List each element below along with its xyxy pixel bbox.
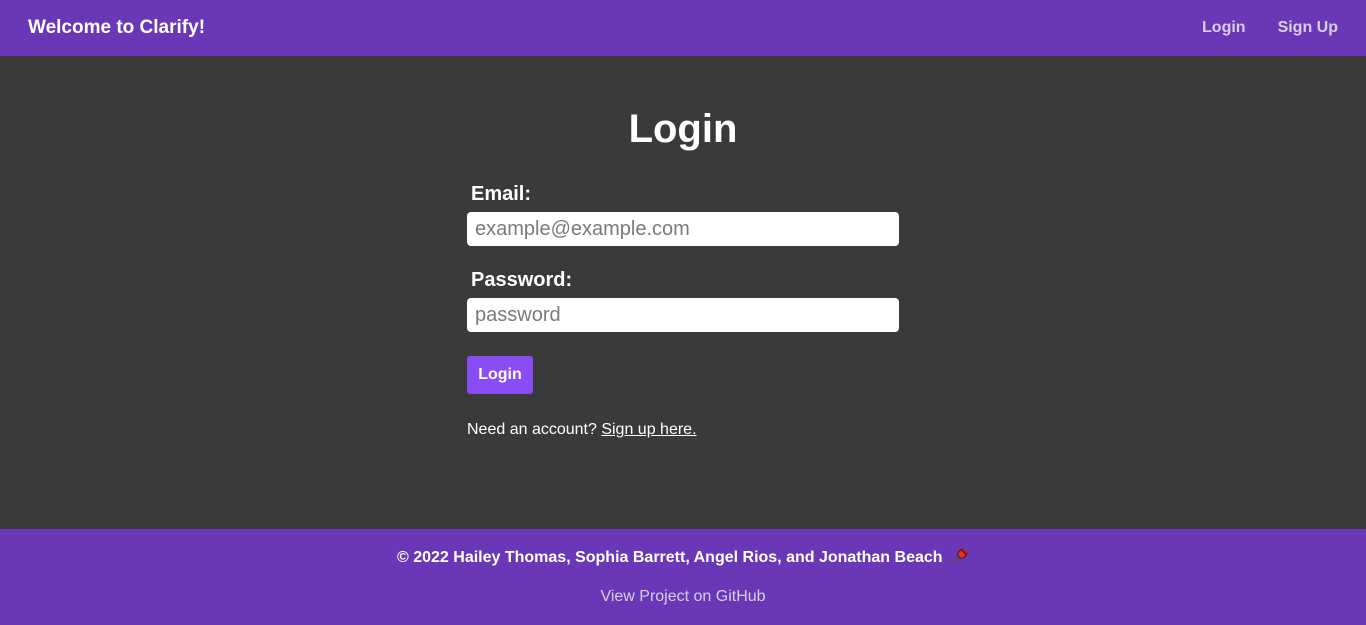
nav-links: Login Sign Up (1202, 19, 1338, 37)
password-group: Password: (467, 268, 899, 332)
signup-link[interactable]: Sign up here. (601, 421, 696, 438)
github-link[interactable]: View Project on GitHub (0, 587, 1366, 607)
footer: © 2022 Hailey Thomas, Sophia Barrett, An… (0, 529, 1366, 625)
password-label: Password: (471, 269, 573, 291)
copyright-text: © 2022 Hailey Thomas, Sophia Barrett, An… (396, 549, 943, 566)
top-navbar: Welcome to Clarify! Login Sign Up (0, 0, 1366, 56)
password-field[interactable] (467, 298, 899, 332)
email-group: Email: (467, 182, 899, 246)
signup-prompt-line: Need an account? Sign up here. (467, 420, 899, 440)
pushpin-icon (951, 547, 969, 565)
login-button[interactable]: Login (467, 356, 533, 394)
nav-signup-link[interactable]: Sign Up (1278, 19, 1338, 37)
nav-login-link[interactable]: Login (1202, 19, 1246, 37)
brand-title[interactable]: Welcome to Clarify! (28, 17, 205, 39)
signup-prompt-text: Need an account? (467, 421, 597, 438)
copyright-line: © 2022 Hailey Thomas, Sophia Barrett, An… (0, 547, 1366, 568)
page-title: Login (628, 107, 738, 151)
email-field[interactable] (467, 212, 899, 246)
login-form: Email: Password: Login Need an account? … (467, 182, 899, 440)
main-content: Login Email: Password: Login Need an acc… (0, 56, 1366, 529)
email-label: Email: (471, 183, 532, 205)
